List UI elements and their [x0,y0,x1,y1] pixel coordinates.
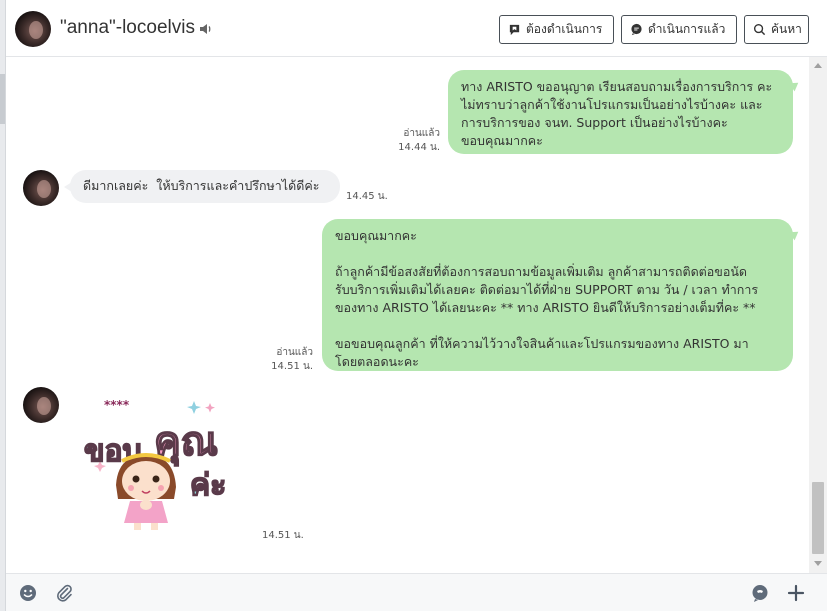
search-button[interactable]: ค้นหา [744,15,809,44]
message-meta: อ่านแล้ว 14.44 น. [386,127,440,155]
message-time: 14.51 น. [271,361,313,372]
line-chat-icon[interactable] [750,583,770,603]
sticker-text-kha: ค่ะ [190,468,226,503]
chat-header: "anna"-locoelvis ต้องดำเนินการ ดำเนินการ… [6,0,827,57]
incoming-message[interactable]: ดีมากเลยค่ะ ให้บริการและคำปรึกษาได้ดีค่ะ [64,170,340,203]
todo-button-label: ต้องดำเนินการ [526,22,603,36]
paperclip-icon[interactable] [54,583,74,603]
done-button[interactable]: ดำเนินการแล้ว [621,15,737,44]
outgoing-message[interactable]: ขอบคุณมากคะ ถ้าลูกค้ามีข้อสงสัยที่ต้องกา… [322,219,793,371]
speaker-icon[interactable] [198,21,214,37]
sticker-girl-figure [116,453,176,530]
todo-button[interactable]: ต้องดำเนินการ [499,15,614,44]
chat-scrollbar[interactable] [809,57,827,573]
read-status: อ่านแล้ว [276,347,313,358]
chat-messages-area[interactable]: ทาง ARISTO ขออนุญาต เรียนสอบถามเรื่องการ… [6,57,809,573]
scroll-up-arrow[interactable] [814,63,822,68]
read-status: อ่านแล้ว [403,128,440,139]
chat-bubble-icon [631,23,642,36]
scroll-thumb[interactable] [812,482,824,554]
svg-text:****: **** [104,398,130,412]
message-composer [6,573,827,611]
done-button-label: ดำเนินการแล้ว [648,22,726,36]
outgoing-message[interactable]: ทาง ARISTO ขออนุญาต เรียนสอบถามเรื่องการ… [448,70,793,154]
contact-avatar[interactable] [15,11,51,47]
message-text: ดีมากเลยค่ะ ให้บริการและคำปรึกษาได้ดีค่ะ [83,178,320,193]
message-meta: อ่านแล้ว 14.51 น. [261,346,313,374]
contact-name: "anna"-locoelvis [60,17,195,38]
message-time: 14.44 น. [398,142,440,153]
bookmark-chat-icon [509,24,520,36]
search-button-label: ค้นหา [771,22,802,36]
message-time: 14.45 น. [346,191,388,202]
message-text: ขอบคุณมากคะ ถ้าลูกค้ามีข้อสงสัยที่ต้องกา… [335,228,759,369]
contact-avatar[interactable] [23,170,59,206]
contact-avatar[interactable] [23,387,59,423]
message-text: ทาง ARISTO ขออนุญาต เรียนสอบถามเรื่องการ… [461,79,773,148]
plus-icon[interactable] [786,583,806,603]
message-time: 14.51 น. [262,530,304,541]
sidebar-scroll-thumb[interactable] [0,74,5,124]
scroll-down-arrow[interactable] [814,561,822,566]
emoji-icon[interactable] [18,583,38,603]
thank-you-sticker[interactable]: **** ขอบ คุณ ค่ะ [78,395,258,535]
search-icon [753,23,766,36]
